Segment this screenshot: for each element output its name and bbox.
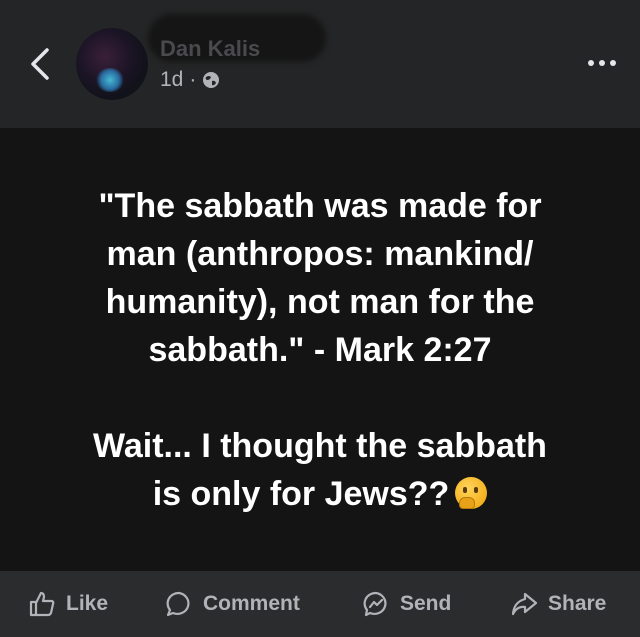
post-time[interactable]: 1d: [160, 68, 183, 92]
send-button[interactable]: Send: [362, 589, 451, 619]
more-dots-icon: [588, 60, 594, 66]
post-line: "The sabbath was made for: [98, 187, 542, 225]
post-line: humanity), not man for the: [105, 283, 535, 321]
thumbs-up-icon: [29, 591, 55, 617]
share-icon: [511, 592, 538, 616]
action-bar: Like Comment Send Share: [0, 571, 640, 637]
comment-icon: [166, 591, 190, 617]
share-label: Share: [548, 592, 607, 615]
author-name[interactable]: Dan Kalis: [160, 36, 260, 62]
like-label: Like: [66, 592, 109, 615]
comment-button[interactable]: Comment: [165, 589, 300, 619]
more-dots-icon: [610, 60, 616, 66]
meta-separator: ·: [189, 68, 197, 91]
comment-label: Comment: [203, 592, 300, 615]
more-dots-icon: [599, 60, 605, 66]
messenger-icon: [363, 591, 387, 617]
post-line: sabbath." - Mark 2:27: [148, 331, 492, 369]
post-line-text: is only for Jews??: [152, 475, 450, 513]
more-options-button[interactable]: [580, 48, 624, 78]
post-line: Wait... I thought the sabbath: [93, 427, 547, 465]
post-line: man (anthropos: mankind/: [106, 235, 534, 273]
post-meta: 1d ·: [160, 68, 220, 92]
post-line: is only for Jews??: [20, 470, 620, 518]
back-button[interactable]: [20, 44, 60, 84]
thinking-face-icon: [455, 477, 488, 509]
post-text: "The sabbath was made for man (anthropos…: [20, 182, 620, 518]
avatar[interactable]: [76, 28, 148, 100]
send-label: Send: [400, 592, 452, 615]
post-body: "The sabbath was made for man (anthropos…: [0, 128, 640, 571]
globe-icon: [203, 72, 220, 88]
back-chevron-icon: [31, 48, 49, 80]
share-button[interactable]: Share: [510, 589, 606, 619]
post-header: Dan Kalis 1d ·: [0, 0, 640, 128]
like-button[interactable]: Like: [28, 589, 108, 619]
